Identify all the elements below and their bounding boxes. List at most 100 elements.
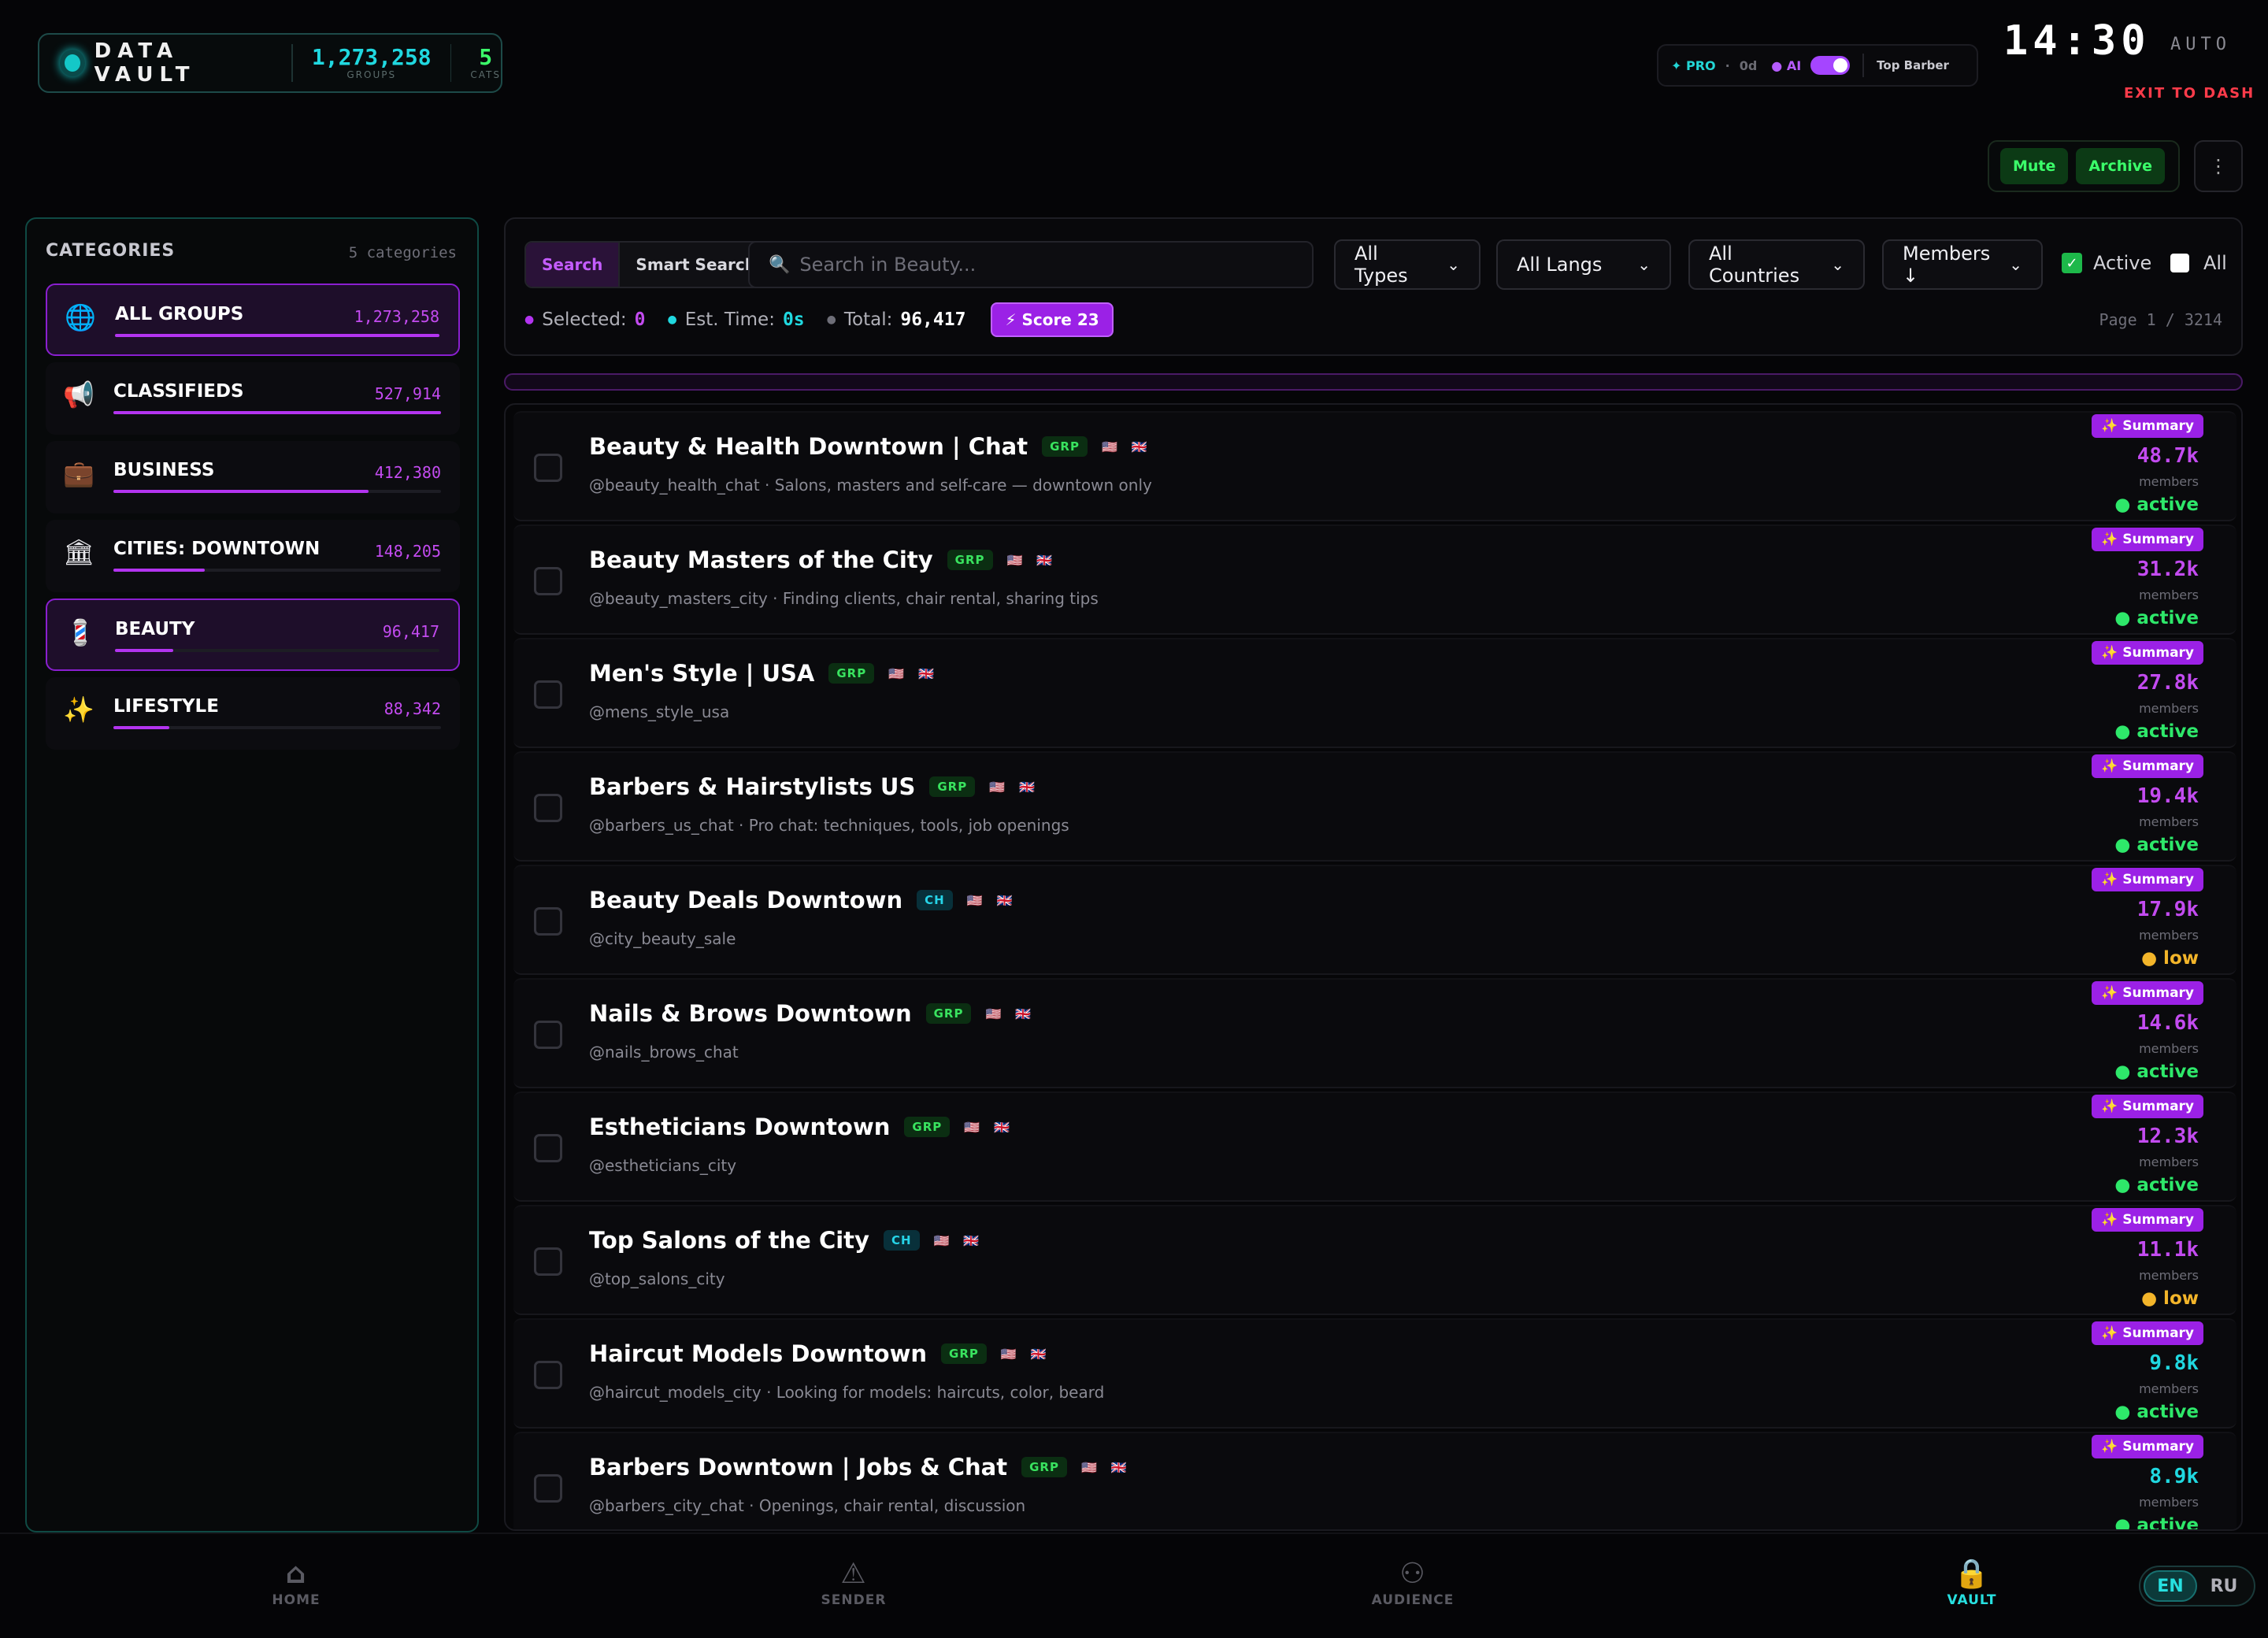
group-title[interactable]: Barbers Downtown | Jobs & Chat	[589, 1454, 1007, 1480]
table-row[interactable]: Beauty Masters of the City GRP 🇺🇸 🇬🇧 @beauty…	[513, 524, 2236, 635]
count-bar	[115, 334, 439, 337]
selection-stats: ● Selected: 0 ● Est. Time: 0s ● Total: 9…	[524, 302, 1114, 337]
table-row[interactable]: Haircut Models Downtown GRP 🇺🇸 🇬🇧 @haircut_m…	[513, 1318, 2236, 1429]
search-input[interactable]: 🔍 Search in Beauty...	[748, 241, 1314, 288]
row-checkbox[interactable]	[534, 907, 562, 936]
table-row[interactable]: Barbers Downtown | Jobs & Chat GRP 🇺🇸 🇬🇧 @ba…	[513, 1432, 2236, 1529]
countries-dropdown[interactable]: All Countries ⌄	[1688, 239, 1865, 290]
us-flag-icon: 🇺🇸	[1000, 1346, 1017, 1362]
group-title-line: Beauty Deals Downtown CH 🇺🇸 🇬🇧	[589, 887, 1013, 914]
lang-ru-button[interactable]: RU	[2197, 1570, 2251, 1602]
table-row[interactable]: Barbers & Hairstylists US GRP 🇺🇸 🇬🇧 @barbers…	[513, 751, 2236, 862]
exit-to-dash-link[interactable]: EXIT TO DASH	[2124, 85, 2255, 102]
table-row[interactable]: Estheticians Downtown GRP 🇺🇸 🇬🇧 @esthetician…	[513, 1091, 2236, 1202]
uk-flag-icon: 🇬🇧	[1030, 1346, 1047, 1362]
groups-stat: 1,273,258 GROUPS	[312, 46, 432, 81]
sidebar-item-label: LIFESTYLE	[113, 696, 219, 717]
us-flag-icon: 🇺🇸	[989, 779, 1006, 795]
nav-home[interactable]: ⌂ HOME	[233, 1556, 359, 1608]
group-title[interactable]: Men's Style | USA	[589, 660, 814, 687]
group-title[interactable]: Beauty Deals Downtown	[589, 887, 902, 914]
group-title-line: Beauty Masters of the City GRP 🇺🇸 🇬🇧	[589, 547, 1052, 573]
summary-button[interactable]: ✨ Summary	[2092, 981, 2203, 1005]
summary-button[interactable]: ✨ Summary	[2092, 1095, 2203, 1118]
checkbox-checked-icon[interactable]: ✓	[2062, 253, 2082, 273]
ai-toggle[interactable]	[1810, 56, 1851, 75]
nav-vault[interactable]: 🔒 VAULT	[1909, 1556, 2035, 1608]
table-row[interactable]: Men's Style | USA GRP 🇺🇸 🇬🇧 @mens_style_usa ✨…	[513, 638, 2236, 748]
table-row[interactable]: Beauty & Health Downtown | Chat GRP 🇺🇸 🇬🇧 @b…	[513, 411, 2236, 521]
all-label: All	[2203, 252, 2227, 274]
profile-name[interactable]: Top Barber	[1877, 58, 1949, 72]
sidebar-item-classifieds[interactable]: 📢 CLASSIFIEDS 527,914	[46, 362, 460, 435]
clock: 14:30	[2003, 17, 2151, 65]
row-checkbox[interactable]	[534, 794, 562, 822]
row-checkbox[interactable]	[534, 1021, 562, 1049]
count-bar	[113, 490, 441, 493]
tab-search[interactable]: Search	[526, 243, 619, 287]
row-checkbox[interactable]	[534, 1134, 562, 1162]
selected-label: Selected:	[542, 309, 627, 330]
nav-audience[interactable]: ⚇ AUDIENCE	[1350, 1556, 1476, 1608]
separator-dot: ·	[1725, 57, 1730, 73]
group-title[interactable]: Beauty & Health Downtown | Chat	[589, 433, 1028, 460]
row-checkbox[interactable]	[534, 1247, 562, 1276]
row-checkbox[interactable]	[534, 1474, 562, 1503]
table-row[interactable]: Nails & Brows Downtown GRP 🇺🇸 🇬🇧 @nails_brow…	[513, 978, 2236, 1088]
group-title[interactable]: Haircut Models Downtown	[589, 1340, 927, 1367]
mute-button[interactable]: Mute	[2000, 148, 2069, 184]
summary-button[interactable]: ✨ Summary	[2092, 1208, 2203, 1232]
nav-home-label: HOME	[272, 1592, 321, 1608]
group-title[interactable]: Beauty Masters of the City	[589, 547, 933, 573]
sidebar-item-lifestyle[interactable]: ✨ LIFESTYLE 88,342	[46, 677, 460, 750]
summary-button[interactable]: ✨ Summary	[2092, 641, 2203, 665]
summary-button[interactable]: ✨ Summary	[2092, 1321, 2203, 1345]
nav-audience-label: AUDIENCE	[1371, 1592, 1455, 1608]
row-checkbox[interactable]	[534, 454, 562, 482]
sidebar-item-business[interactable]: 💼 BUSINESS 412,380	[46, 441, 460, 513]
group-title[interactable]: Top Salons of the City	[589, 1227, 869, 1254]
sidebar-item-label: BUSINESS	[113, 460, 215, 480]
summary-button[interactable]: ✨ Summary	[2092, 414, 2203, 438]
checkbox-unchecked[interactable]	[2170, 254, 2189, 272]
summary-button[interactable]: ✨ Summary	[2092, 868, 2203, 891]
auto-mode[interactable]: AUTO	[2170, 35, 2231, 54]
table-row[interactable]: Top Salons of the City CH 🇺🇸 🇬🇧 @top_salons_…	[513, 1205, 2236, 1315]
row-checkbox[interactable]	[534, 1361, 562, 1389]
group-title[interactable]: Nails & Brows Downtown	[589, 1000, 912, 1027]
bottom-nav: ⌂ HOME ⚠ SENDER ⚇ AUDIENCE 🔒 VAULT EN RU	[0, 1532, 2268, 1638]
active-filter[interactable]: ✓ Active	[2062, 252, 2151, 274]
archive-button[interactable]: Archive	[2076, 148, 2166, 184]
summary-button[interactable]: ✨ Summary	[2092, 528, 2203, 551]
nav-sender[interactable]: ⚠ SENDER	[791, 1556, 917, 1608]
row-checkbox[interactable]	[534, 680, 562, 709]
all-filter[interactable]: All	[2170, 252, 2227, 274]
divider	[450, 44, 452, 82]
types-dropdown[interactable]: All Types ⌄	[1334, 239, 1480, 290]
count-bar	[113, 411, 441, 414]
sidebar-item-count: 412,380	[374, 463, 441, 482]
status-badge: ● low	[2140, 948, 2199, 969]
table-row[interactable]: Beauty Deals Downtown CH 🇺🇸 🇬🇧 @city_beauty_…	[513, 865, 2236, 975]
more-menu-icon[interactable]: ⋮	[2194, 140, 2243, 192]
summary-button[interactable]: ✨ Summary	[2092, 754, 2203, 778]
score-button[interactable]: ⚡ Score 23	[991, 302, 1114, 337]
status-badge: ● active	[2114, 495, 2199, 515]
group-title[interactable]: Barbers & Hairstylists US	[589, 773, 915, 800]
sidebar-item-all-groups[interactable]: 🌐 ALL GROUPS 1,273,258	[46, 284, 460, 356]
row-checkbox[interactable]	[534, 567, 562, 595]
type-badge: GRP	[828, 663, 875, 684]
lang-en-button[interactable]: EN	[2144, 1570, 2197, 1602]
type-badge: GRP	[925, 1003, 972, 1024]
send-icon: ⚠	[840, 1558, 867, 1590]
members-label: members	[2139, 1268, 2199, 1283]
langs-dropdown[interactable]: All Langs ⌄	[1496, 239, 1671, 290]
sort-dropdown[interactable]: Members ↓ ⌄	[1882, 239, 2043, 290]
summary-button[interactable]: ✨ Summary	[2092, 1435, 2203, 1458]
sidebar-item-beauty[interactable]: 💈 BEAUTY 96,417	[46, 598, 460, 671]
group-title[interactable]: Estheticians Downtown	[589, 1114, 890, 1140]
group-title-line: Top Salons of the City CH 🇺🇸 🇬🇧	[589, 1227, 979, 1254]
sidebar-item-cities-downtown[interactable]: 🏛 CITIES: DOWNTOWN 148,205	[46, 520, 460, 592]
uk-flag-icon: 🇬🇧	[963, 1232, 980, 1248]
group-handle: @city_beauty_sale	[589, 929, 736, 948]
